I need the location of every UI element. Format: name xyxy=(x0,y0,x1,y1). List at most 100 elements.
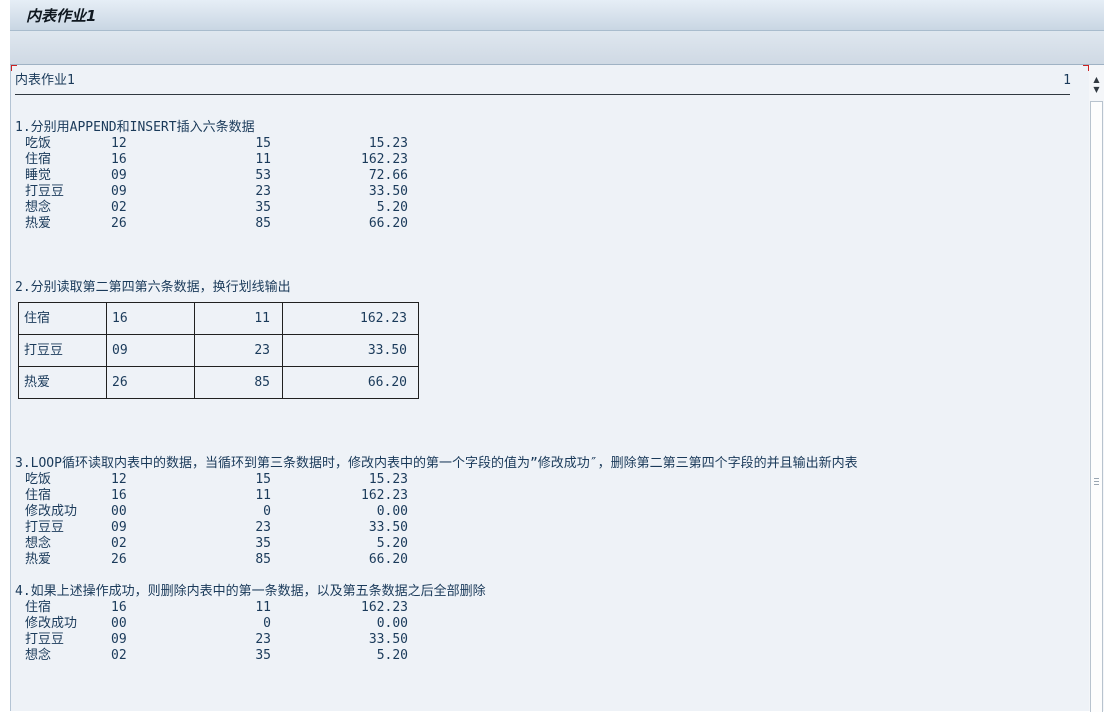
section4-row-2-col-1: 修改成功 xyxy=(25,616,78,631)
section2-table-row-1-col-4: 162.23 xyxy=(360,311,407,326)
section1-row-3-col-3: 53 xyxy=(255,168,271,183)
section3-row-6-col-1: 热爱 xyxy=(25,552,52,567)
table-border-horizontal xyxy=(18,366,419,367)
section2-table-row-3-col-2: 26 xyxy=(112,375,128,390)
section1-row-4-col-3: 23 xyxy=(255,184,271,199)
section3-row-6-col-2: 26 xyxy=(111,552,127,567)
section4-row-4-col-3: 35 xyxy=(255,648,271,663)
section4-heading: 4.如果上述操作成功，则删除内表中的第一条数据，以及第五条数据之后全部删除 xyxy=(15,584,486,599)
section3-row-3-col-1: 修改成功 xyxy=(25,504,78,519)
section2-table-row-2-col-4: 33.50 xyxy=(367,343,407,358)
section4-row-1-col-3: 11 xyxy=(255,600,271,615)
title-bar: 内表作业1 xyxy=(10,0,1104,31)
section3-row-4-col-3: 23 xyxy=(255,520,271,535)
table-border-vertical xyxy=(18,302,19,398)
section1-row-1-col-3: 15 xyxy=(255,136,271,151)
section3-row-5-col-2: 02 xyxy=(111,536,127,551)
section4-row-2-col-3: 0 xyxy=(263,616,271,631)
section3-row-3-col-3: 0 xyxy=(263,504,271,519)
section1-row-1-col-4: 15.23 xyxy=(368,136,408,151)
section4-row-1-col-4: 162.23 xyxy=(361,600,408,615)
section3-row-4-col-4: 33.50 xyxy=(368,520,408,535)
section1-row-6-col-3: 85 xyxy=(255,216,271,231)
section1-row-4-col-1: 打豆豆 xyxy=(25,184,65,199)
section4-row-1-col-1: 住宿 xyxy=(25,600,52,615)
header-underline xyxy=(15,94,1070,95)
section2-table-row-1-col-2: 16 xyxy=(112,311,128,326)
focus-corner-marker xyxy=(11,65,17,71)
scroll-down-icon[interactable]: ▼ xyxy=(1089,82,1104,97)
section2-table-row-2-col-1: 打豆豆 xyxy=(24,343,64,358)
section3-row-1-col-4: 15.23 xyxy=(368,472,408,487)
section1-row-4-col-2: 09 xyxy=(111,184,127,199)
section2-table-row-2-col-3: 23 xyxy=(254,343,270,358)
section3-row-5-col-4: 5.20 xyxy=(376,536,408,551)
section1-row-2-col-2: 16 xyxy=(111,152,127,167)
section3-row-4-col-1: 打豆豆 xyxy=(25,520,65,535)
section1-row-2-col-4: 162.23 xyxy=(361,152,408,167)
section3-row-2-col-2: 16 xyxy=(111,488,127,503)
section3-row-4-col-2: 09 xyxy=(111,520,127,535)
section4-row-3-col-2: 09 xyxy=(111,632,127,647)
table-border-vertical xyxy=(106,302,107,398)
section1-row-2-col-3: 11 xyxy=(255,152,271,167)
section3-heading: 3.LOOP循环读取内表中的数据，当循环到第三条数据时，修改内表中的第一个字段的… xyxy=(15,456,858,471)
section1-row-3-col-4: 72.66 xyxy=(368,168,408,183)
section3-row-5-col-1: 想念 xyxy=(25,536,52,551)
list-title: 内表作业1 xyxy=(15,73,75,88)
table-border-vertical xyxy=(194,302,195,398)
section2-table-row-2-col-2: 09 xyxy=(112,343,128,358)
table-border-vertical xyxy=(282,302,283,398)
section1-row-1-col-2: 12 xyxy=(111,136,127,151)
section3-row-2-col-1: 住宿 xyxy=(25,488,52,503)
list-output-area: 内表作业1 1 1.分别用APPEND和INSERT插入六条数据 吃饭 12 15 15… xyxy=(10,65,1089,711)
section1-row-2-col-1: 住宿 xyxy=(25,152,52,167)
section3-row-5-col-3: 35 xyxy=(255,536,271,551)
section3-row-1-col-1: 吃饭 xyxy=(25,472,52,487)
section4-row-3-col-1: 打豆豆 xyxy=(25,632,65,647)
section1-row-4-col-4: 33.50 xyxy=(368,184,408,199)
section1-row-6-col-4: 66.20 xyxy=(368,216,408,231)
section2-table-row-3-col-4: 66.20 xyxy=(367,375,407,390)
section3-row-2-col-4: 162.23 xyxy=(361,488,408,503)
section3-row-2-col-3: 11 xyxy=(255,488,271,503)
window-title: 内表作业1 xyxy=(26,7,97,25)
section4-row-1-col-2: 16 xyxy=(111,600,127,615)
section1-row-3-col-2: 09 xyxy=(111,168,127,183)
section4-row-2-col-4: 0.00 xyxy=(376,616,408,631)
section3-row-6-col-4: 66.20 xyxy=(368,552,408,567)
table-border-vertical xyxy=(418,302,419,398)
section3-row-6-col-3: 85 xyxy=(255,552,271,567)
section4-row-3-col-3: 23 xyxy=(255,632,271,647)
section1-row-6-col-2: 26 xyxy=(111,216,127,231)
section2-heading: 2.分别读取第二第四第六条数据，换行划线输出 xyxy=(15,280,291,295)
section4-row-4-col-4: 5.20 xyxy=(376,648,408,663)
section3-row-3-col-2: 00 xyxy=(111,504,127,519)
section1-row-5-col-1: 想念 xyxy=(25,200,52,215)
section1-row-3-col-1: 睡觉 xyxy=(25,168,52,183)
table-border-horizontal xyxy=(18,302,419,303)
table-border-horizontal xyxy=(18,398,419,399)
section1-row-5-col-3: 35 xyxy=(255,200,271,215)
section4-row-3-col-4: 33.50 xyxy=(368,632,408,647)
section1-row-1-col-1: 吃饭 xyxy=(25,136,52,151)
table-border-horizontal xyxy=(18,334,419,335)
section3-row-1-col-3: 15 xyxy=(255,472,271,487)
section1-heading: 1.分别用APPEND和INSERT插入六条数据 xyxy=(15,120,255,135)
section4-row-4-col-2: 02 xyxy=(111,648,127,663)
section1-row-5-col-4: 5.20 xyxy=(376,200,408,215)
scrollbar-thumb[interactable] xyxy=(1090,101,1103,712)
section2-table-row-1-col-1: 住宿 xyxy=(24,311,51,326)
section2-table-row-3-col-3: 85 xyxy=(254,375,270,390)
section4-row-4-col-1: 想念 xyxy=(25,648,52,663)
section1-row-6-col-1: 热爱 xyxy=(25,216,52,231)
section3-row-1-col-2: 12 xyxy=(111,472,127,487)
section2-table-row-1-col-3: 11 xyxy=(254,311,270,326)
section3-row-3-col-4: 0.00 xyxy=(376,504,408,519)
vertical-scrollbar[interactable]: ▲ ▼ xyxy=(1089,65,1104,712)
section1-row-5-col-2: 02 xyxy=(111,200,127,215)
application-toolbar xyxy=(10,31,1104,65)
grip-icon xyxy=(1094,478,1099,486)
section2-table-row-3-col-1: 热爱 xyxy=(24,375,51,390)
section4-row-2-col-2: 00 xyxy=(111,616,127,631)
